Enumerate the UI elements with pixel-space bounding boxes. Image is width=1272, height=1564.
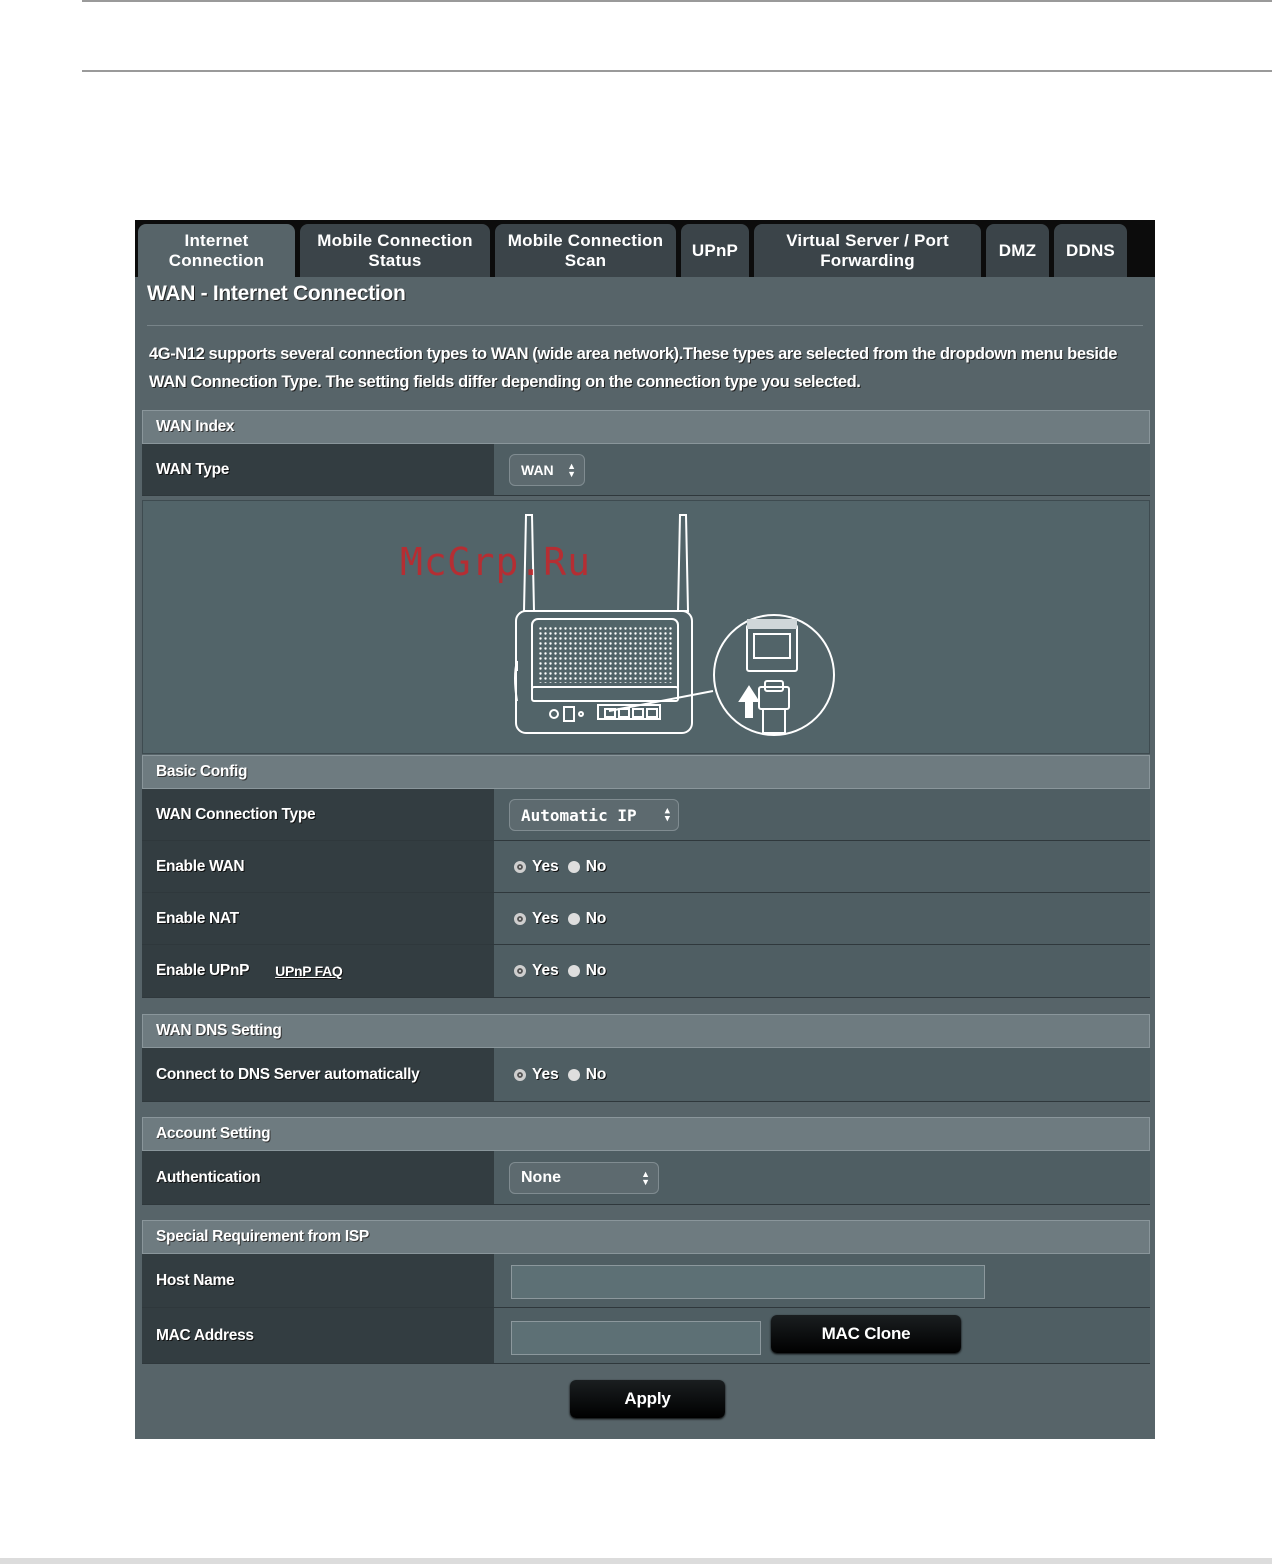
row-authentication: Authentication None ▲ ▼	[142, 1151, 1150, 1205]
enable-nat-radios: Yes No	[514, 893, 606, 944]
enable-upnp-yes-radio[interactable]	[514, 965, 526, 977]
mac-address-label: MAC Address	[142, 1308, 494, 1363]
tab-mobile-connection-status[interactable]: Mobile Connection Status	[300, 224, 490, 277]
updown-arrows-icon: ▲ ▼	[567, 461, 576, 479]
tab-mobile-connection-scan[interactable]: Mobile Connection Scan	[495, 224, 676, 277]
row-mac-address: MAC Address MAC Clone	[142, 1308, 1150, 1364]
no-label: No	[585, 962, 607, 979]
authentication-cell: None ▲ ▼	[494, 1151, 1150, 1204]
enable-upnp-label-cell: Enable UPnP UPnP FAQ	[142, 945, 494, 997]
authentication-value: None	[521, 1169, 561, 1186]
wan-connection-type-value: Automatic IP	[521, 805, 637, 825]
row-wan-type: WAN Type WAN ▲ ▼	[142, 444, 1150, 496]
enable-upnp-label: Enable UPnP	[156, 962, 250, 979]
authentication-select[interactable]: None ▲ ▼	[509, 1162, 659, 1194]
dns-auto-no-radio[interactable]	[567, 1068, 580, 1081]
wan-type-select[interactable]: WAN ▲ ▼	[509, 454, 585, 486]
tab-upnp[interactable]: UPnP	[681, 224, 749, 277]
updown-arrows-icon: ▲ ▼	[664, 806, 670, 824]
enable-wan-label: Enable WAN	[142, 841, 494, 892]
host-name-cell	[494, 1254, 1150, 1307]
section-isp-requirement: Special Requirement from ISP	[142, 1220, 1150, 1254]
page-description: 4G-N12 supports several connection types…	[149, 345, 1118, 391]
title-divider	[147, 325, 1143, 326]
wan-type-value-cell: WAN ▲ ▼	[494, 444, 1150, 495]
router-diagram-icon	[514, 514, 835, 736]
yes-label: Yes	[532, 909, 559, 927]
yes-label: Yes	[532, 857, 559, 875]
no-label: No	[585, 909, 607, 927]
no-label: No	[585, 1065, 607, 1083]
no-label: No	[585, 857, 607, 875]
row-enable-upnp: Enable UPnP UPnP FAQ Yes No	[142, 945, 1150, 998]
enable-upnp-radios: Yes No	[514, 945, 606, 997]
section-wan-index: WAN Index	[142, 410, 1150, 444]
enable-wan-yes-radio[interactable]	[514, 860, 526, 873]
tab-bar: Internet Connection Mobile Connection St…	[135, 220, 1155, 277]
section-basic-config: Basic Config	[142, 755, 1150, 789]
router-admin-panel: Internet Connection Mobile Connection St…	[135, 220, 1155, 1439]
enable-wan-radios: Yes No	[514, 841, 606, 892]
top-rule	[82, 0, 1272, 2]
tab-internet-connection[interactable]: Internet Connection	[138, 224, 295, 277]
section-account-setting: Account Setting	[142, 1117, 1150, 1151]
wan-connection-type-select[interactable]: Automatic IP ▲ ▼	[509, 799, 679, 831]
row-host-name: Host Name	[142, 1254, 1150, 1308]
host-name-input[interactable]	[511, 1265, 985, 1299]
row-enable-nat: Enable NAT Yes No	[142, 893, 1150, 945]
yes-label: Yes	[532, 962, 559, 979]
host-name-label: Host Name	[142, 1254, 494, 1307]
wan-type-label: WAN Type	[142, 444, 494, 495]
watermark: McGrp.Ru	[400, 540, 592, 584]
yes-label: Yes	[532, 1065, 559, 1083]
mac-clone-button[interactable]: MAC Clone	[771, 1315, 961, 1353]
dns-auto-yes-radio[interactable]	[514, 1068, 526, 1081]
enable-wan-no-radio[interactable]	[567, 860, 580, 873]
section-wan-dns: WAN DNS Setting	[142, 1014, 1150, 1048]
tab-dmz[interactable]: DMZ	[986, 224, 1049, 277]
updown-arrows-icon: ▲ ▼	[641, 1169, 650, 1187]
dns-auto-cell: Yes No	[494, 1048, 1150, 1101]
enable-upnp-cell: Yes No	[494, 945, 1150, 997]
enable-nat-label: Enable NAT	[142, 893, 494, 944]
dns-auto-radios: Yes No	[514, 1048, 606, 1101]
page-title: WAN - Internet Connection	[147, 282, 406, 305]
tab-ddns[interactable]: DDNS	[1054, 224, 1127, 277]
row-wan-connection-type: WAN Connection Type Automatic IP ▲ ▼	[142, 789, 1150, 841]
row-enable-wan: Enable WAN Yes No	[142, 841, 1150, 893]
router-diagram	[142, 500, 1150, 754]
header-rule	[82, 70, 1272, 72]
wan-connection-type-label: WAN Connection Type	[142, 789, 494, 840]
upnp-faq-link[interactable]: UPnP FAQ	[275, 963, 343, 979]
mac-address-input[interactable]	[511, 1321, 761, 1355]
wan-type-select-value: WAN	[521, 462, 554, 478]
enable-upnp-no-radio[interactable]	[567, 965, 580, 977]
enable-nat-yes-radio[interactable]	[514, 912, 526, 925]
enable-nat-no-radio[interactable]	[567, 912, 580, 925]
row-dns-auto: Connect to DNS Server automatically Yes …	[142, 1048, 1150, 1102]
mac-address-cell: MAC Clone	[494, 1308, 1150, 1363]
tab-virtual-server[interactable]: Virtual Server / Port Forwarding	[754, 224, 981, 277]
dns-auto-label: Connect to DNS Server automatically	[142, 1048, 494, 1101]
enable-nat-cell: Yes No	[494, 893, 1150, 944]
wan-connection-type-cell: Automatic IP ▲ ▼	[494, 789, 1150, 840]
enable-wan-cell: Yes No	[494, 841, 1150, 892]
apply-button[interactable]: Apply	[570, 1380, 725, 1418]
authentication-label: Authentication	[142, 1151, 494, 1204]
bottom-rule	[0, 1558, 1272, 1564]
